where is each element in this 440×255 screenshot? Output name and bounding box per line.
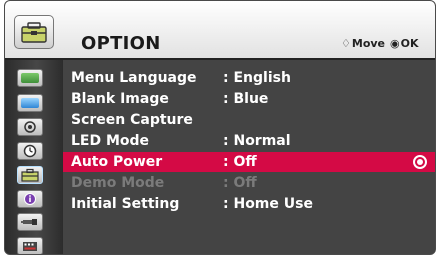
audio-menu-icon[interactable] — [17, 118, 43, 136]
setting-value: : Blue — [223, 91, 269, 107]
setting-label: Auto Power — [71, 154, 163, 170]
demo-mode-row: Demo Mode : Off — [63, 173, 435, 193]
setting-label: Initial Setting — [71, 196, 180, 212]
setting-label: Screen Capture — [71, 112, 193, 128]
screen-capture-row[interactable]: Screen Capture — [63, 110, 435, 130]
setting-label: Menu Language — [71, 70, 197, 86]
setting-value: : Normal — [223, 133, 291, 149]
move-hint-label: Move — [351, 37, 386, 50]
screen-menu-icon[interactable] — [17, 94, 43, 112]
ok-button-icon: ◉ — [390, 37, 400, 50]
menu-category-sidebar — [5, 60, 63, 254]
setting-value: : Home Use — [223, 196, 313, 212]
led-mode-row[interactable]: LED Mode : Normal — [63, 131, 435, 151]
input-menu-icon[interactable] — [17, 213, 43, 231]
auto-power-row[interactable]: Auto Power : Off — [63, 152, 435, 172]
setting-label: Blank Image — [71, 91, 169, 107]
move-arrows-icon: ♢ — [341, 37, 351, 50]
option-menu-icon[interactable] — [17, 166, 43, 184]
info-menu-icon[interactable] — [17, 190, 43, 208]
move-hint: ♢Move — [341, 37, 385, 51]
option-toolbox-icon — [14, 15, 54, 49]
time-menu-icon[interactable] — [17, 142, 43, 160]
setting-label: Demo Mode — [71, 175, 165, 191]
setting-label: LED Mode — [71, 133, 150, 149]
media-menu-icon[interactable] — [17, 237, 43, 254]
page-title: OPTION — [81, 33, 161, 54]
osd-menu-window: OPTION ♢Move ◉OK Menu Language: English… — [4, 0, 436, 255]
picture-menu-icon[interactable] — [17, 69, 43, 87]
setting-value: : Off — [223, 175, 257, 191]
menu-header: OPTION ♢Move ◉OK — [5, 1, 435, 60]
option-settings-list: Menu Language : English Blank Image : Bl… — [63, 60, 435, 254]
ok-hint-label: OK — [400, 37, 419, 50]
menu-language-row[interactable]: Menu Language : English — [63, 68, 435, 88]
ok-select-icon[interactable] — [413, 155, 427, 169]
initial-setting-row[interactable]: Initial Setting : Home Use — [63, 194, 435, 214]
blank-image-row[interactable]: Blank Image : Blue — [63, 89, 435, 109]
ok-hint: ◉OK — [390, 37, 418, 51]
setting-value: : Off — [223, 154, 257, 170]
setting-value: : English — [223, 70, 291, 86]
